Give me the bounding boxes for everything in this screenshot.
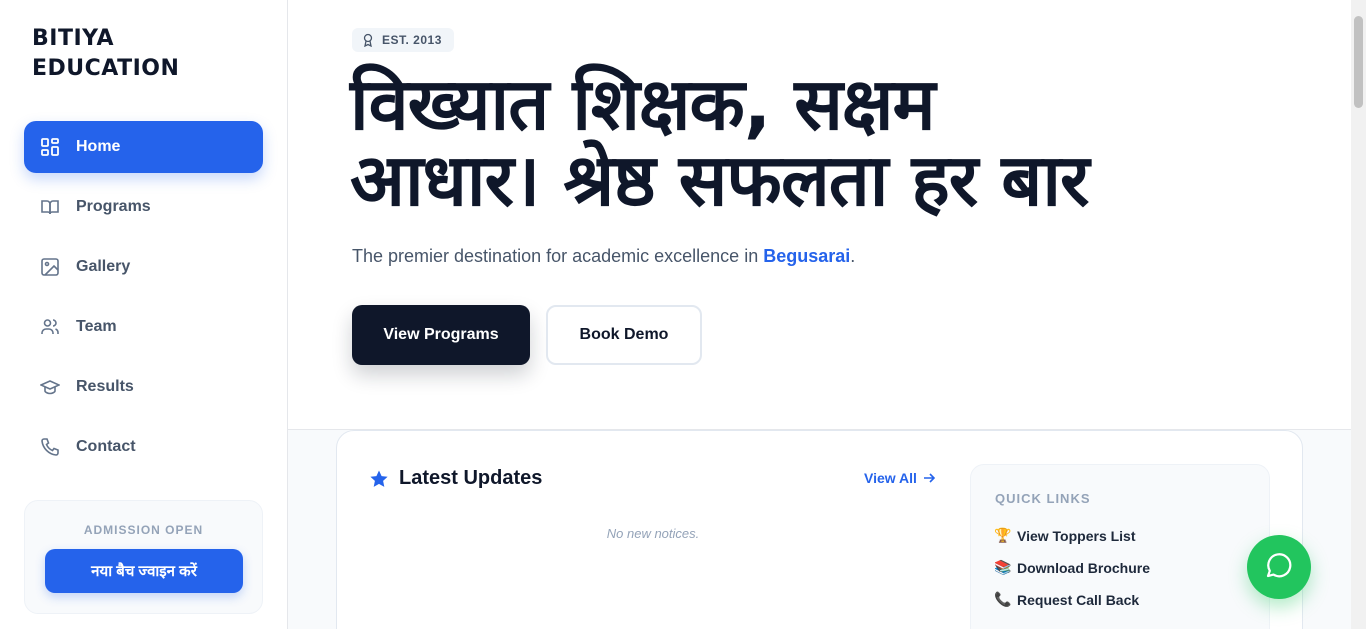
users-icon [40, 317, 60, 337]
trophy-icon: 🏆 [994, 527, 1012, 543]
admission-card: ADMISSION OPEN नया बैच ज्वाइन करें [24, 500, 263, 614]
quick-link-label: Request Call Back [1017, 591, 1140, 608]
sidebar-item-label: Programs [76, 198, 151, 215]
chat-bubble-icon [1264, 550, 1294, 585]
app: BITIYA EDUCATION Home Programs Gallery T… [0, 0, 1366, 629]
sidebar-nav: Home Programs Gallery Team Results Conta… [24, 121, 263, 481]
sidebar-item-gallery[interactable]: Gallery [24, 241, 263, 293]
whatsapp-chat-button[interactable] [1247, 535, 1311, 599]
phone-icon [40, 437, 60, 457]
page-scrollbar[interactable] [1351, 0, 1366, 629]
quick-link-brochure[interactable]: 📚 Download Brochure [994, 559, 1151, 576]
main-content: EST. 2013 विख्यात शिक्षक, सक्षम आधार। श्… [288, 0, 1351, 629]
sidebar-item-label: Team [76, 318, 117, 335]
sidebar-item-programs[interactable]: Programs [24, 181, 263, 233]
sidebar-item-label: Home [76, 138, 121, 155]
sidebar-item-team[interactable]: Team [24, 301, 263, 353]
hero-headline: विख्यात शिक्षक, सक्षम आधार। श्रेष्ठ सफलत… [350, 66, 1310, 218]
hero-section: EST. 2013 विख्यात शिक्षक, सक्षम आधार। श्… [288, 0, 1351, 430]
sidebar-item-label: Contact [76, 438, 136, 455]
arrow-right-icon [923, 472, 935, 484]
join-batch-button[interactable]: नया बैच ज्वाइन करें [45, 549, 243, 593]
headline-line-1: विख्यात शिक्षक, सक्षम [350, 62, 936, 146]
updates-title: Latest Updates [399, 467, 543, 489]
admission-label: ADMISSION OPEN [83, 523, 204, 537]
headline-line-2: आधार। श्रेष्ठ सफलता हर बार [350, 138, 1089, 222]
badge-text: EST. 2013 [382, 33, 442, 47]
quick-link-label: Download Brochure [1017, 559, 1151, 576]
empty-notices: No new notices. [606, 526, 700, 541]
sidebar-item-results[interactable]: Results [24, 361, 263, 413]
book-demo-button[interactable]: Book Demo [546, 305, 702, 365]
brand-line-2: EDUCATION [32, 56, 180, 81]
subline-suffix: . [850, 246, 856, 266]
quick-links-panel: QUICK LINKS 🏆 View Toppers List 📚 Downlo… [970, 464, 1270, 629]
view-all-link[interactable]: View All [864, 470, 935, 486]
graduation-cap-icon [40, 377, 60, 397]
brand-line-1: BITIYA [32, 26, 114, 51]
updates-card: Latest Updates View All No new notices. … [336, 430, 1303, 629]
sidebar: BITIYA EDUCATION Home Programs Gallery T… [0, 0, 288, 629]
book-icon [40, 197, 60, 217]
sidebar-item-label: Gallery [76, 258, 131, 275]
updates-section: Latest Updates View All No new notices. … [288, 430, 1351, 629]
updates-heading: Latest Updates [369, 467, 542, 490]
hero-subline: The premier destination for academic exc… [352, 246, 855, 267]
image-icon [40, 257, 60, 277]
quick-links-label: QUICK LINKS [995, 491, 1091, 506]
brand-logo[interactable]: BITIYA EDUCATION [32, 24, 232, 84]
sidebar-item-label: Results [76, 378, 134, 395]
subline-text: The premier destination for academic exc… [352, 246, 764, 266]
location-highlight: Begusarai [763, 246, 851, 266]
scrollbar-thumb[interactable] [1354, 16, 1363, 108]
quick-link-label: View Toppers List [1017, 527, 1136, 544]
grid-icon [40, 137, 60, 157]
sidebar-item-home[interactable]: Home [24, 121, 263, 173]
sidebar-item-contact[interactable]: Contact [24, 421, 263, 473]
view-all-label: View All [864, 470, 917, 486]
quick-link-toppers[interactable]: 🏆 View Toppers List [994, 527, 1136, 544]
award-icon [362, 33, 374, 47]
established-badge: EST. 2013 [352, 28, 454, 52]
telephone-icon: 📞 [994, 591, 1012, 607]
star-icon [369, 469, 389, 489]
view-programs-button[interactable]: View Programs [352, 305, 530, 365]
books-icon: 📚 [994, 559, 1012, 575]
quick-link-callback[interactable]: 📞 Request Call Back [994, 591, 1140, 608]
